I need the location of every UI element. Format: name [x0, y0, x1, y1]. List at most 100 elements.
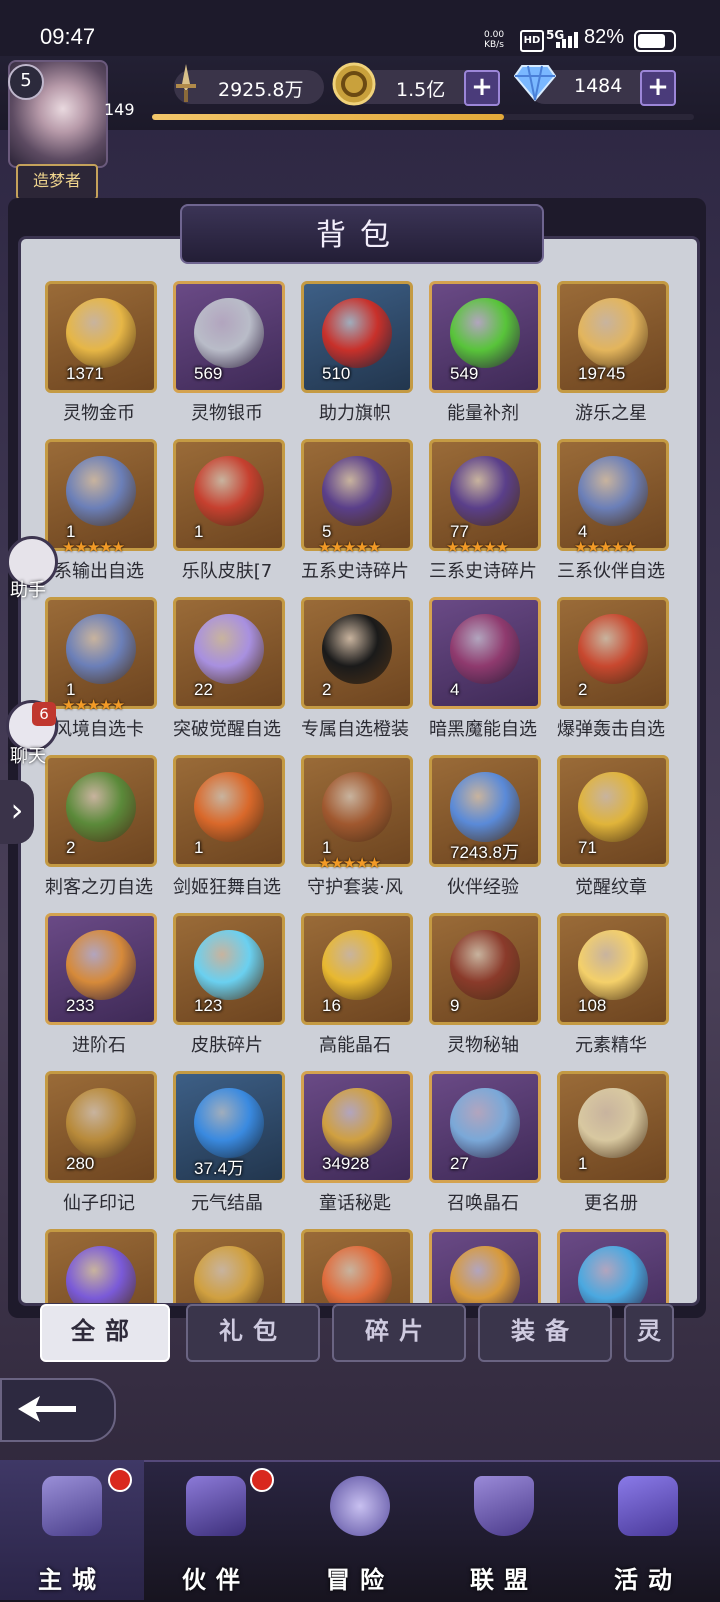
item-count: 123: [194, 996, 223, 1015]
item-tile[interactable]: 123: [173, 913, 285, 1025]
bag-item[interactable]: 569 灵物银币: [163, 281, 291, 435]
item-tile[interactable]: 22: [173, 597, 285, 709]
item-tile[interactable]: 1: [173, 755, 285, 867]
tab-fragment[interactable]: 碎片: [332, 1304, 466, 1362]
item-tile[interactable]: 4 ★★★★★: [557, 439, 669, 556]
bag-item-partial[interactable]: [163, 1229, 291, 1303]
bag-item[interactable]: 34928 童话秘匙: [291, 1071, 419, 1225]
item-tile[interactable]: 2: [45, 755, 157, 867]
item-tile[interactable]: 2: [557, 597, 669, 709]
bag-item[interactable]: 22 突破觉醒自选: [163, 597, 291, 751]
player-title[interactable]: 造梦者: [16, 164, 98, 200]
nav-main-city[interactable]: 主城: [0, 1460, 144, 1600]
item-tile[interactable]: 37.4万: [173, 1071, 285, 1183]
item-tile[interactable]: 1371: [45, 281, 157, 393]
item-tile[interactable]: 19745: [557, 281, 669, 393]
item-tile[interactable]: 27: [429, 1071, 541, 1183]
exp-progress-bar: [152, 114, 694, 120]
item-tile[interactable]: [429, 1229, 541, 1303]
item-art-icon: [194, 1246, 264, 1303]
bag-item[interactable]: 4 暗黑魔能自选: [419, 597, 547, 751]
nav-events[interactable]: 活动: [576, 1460, 720, 1600]
bag-item[interactable]: 510 助力旗帜: [291, 281, 419, 435]
wizard-hat-icon: [186, 1476, 246, 1536]
item-tile[interactable]: 1 ★★★★★: [45, 439, 157, 556]
item-tile[interactable]: 510: [301, 281, 413, 393]
bag-item[interactable]: 7243.8万 伙伴经验: [419, 755, 547, 909]
bag-item[interactable]: 9 灵物秘轴: [419, 913, 547, 1067]
item-tile[interactable]: [173, 1229, 285, 1303]
bag-item[interactable]: 2 专属自选橙装: [291, 597, 419, 751]
bag-item-partial[interactable]: [547, 1229, 675, 1303]
tab-more[interactable]: 灵: [624, 1304, 674, 1362]
nav-partners[interactable]: 伙伴: [144, 1460, 288, 1600]
item-tile[interactable]: 5 ★★★★★: [301, 439, 413, 556]
item-tile[interactable]: 1 ★★★★★: [301, 755, 413, 872]
bag-item[interactable]: 37.4万 元气结晶: [163, 1071, 291, 1225]
tab-equipment[interactable]: 装备: [478, 1304, 612, 1362]
bag-item[interactable]: 280 仙子印记: [35, 1071, 163, 1225]
item-tile[interactable]: 34928: [301, 1071, 413, 1183]
bag-item[interactable]: 1 乐队皮肤[7: [163, 439, 291, 593]
item-count: 233: [66, 996, 95, 1015]
bag-item[interactable]: 549 能量补剂: [419, 281, 547, 435]
bag-item[interactable]: 233 进阶石: [35, 913, 163, 1067]
item-tile[interactable]: 280: [45, 1071, 157, 1183]
nav-adventure[interactable]: 冒险: [288, 1460, 432, 1600]
bag-item[interactable]: 1 更名册: [547, 1071, 675, 1225]
item-tile[interactable]: 77 ★★★★★: [429, 439, 541, 556]
bag-item[interactable]: 1 ★★★★★ 守护套装·风: [291, 755, 419, 909]
item-tile[interactable]: 233: [45, 913, 157, 1025]
item-tile[interactable]: 569: [173, 281, 285, 393]
item-tile[interactable]: 1: [557, 1071, 669, 1183]
item-tile[interactable]: 9: [429, 913, 541, 1025]
add-diamond-button[interactable]: +: [640, 70, 676, 106]
bag-item[interactable]: 4 ★★★★★ 三系伙伴自选: [547, 439, 675, 593]
item-tile[interactable]: 1: [173, 439, 285, 551]
gold-value: 1.5亿: [396, 79, 446, 101]
bag-item-partial[interactable]: [419, 1229, 547, 1303]
item-tile[interactable]: 7243.8万: [429, 755, 541, 867]
expand-chevron-icon[interactable]: ›: [0, 780, 34, 844]
item-tile[interactable]: 16: [301, 913, 413, 1025]
chat-badge: 6: [32, 702, 56, 726]
item-name: 灵物金币: [63, 403, 135, 424]
assistant-label[interactable]: 助手: [10, 576, 46, 602]
item-art-icon: [322, 614, 392, 684]
bag-item[interactable]: 71 觉醒纹章: [547, 755, 675, 909]
item-tile[interactable]: 4: [429, 597, 541, 709]
bag-item-partial[interactable]: [291, 1229, 419, 1303]
chat-label[interactable]: 聊天: [10, 742, 46, 768]
item-tile[interactable]: 549: [429, 281, 541, 393]
item-name: 皮肤碎片: [191, 1035, 263, 1056]
item-name: 灵物银币: [191, 403, 263, 424]
item-tile[interactable]: [45, 1229, 157, 1303]
bag-item[interactable]: 123 皮肤碎片: [163, 913, 291, 1067]
bag-item[interactable]: 5 ★★★★★ 五系史诗碎片: [291, 439, 419, 593]
item-tile[interactable]: 71: [557, 755, 669, 867]
bag-item-partial[interactable]: [35, 1229, 163, 1303]
back-button[interactable]: [0, 1378, 116, 1442]
item-tile[interactable]: 2: [301, 597, 413, 709]
bag-item[interactable]: 2 刺客之刃自选: [35, 755, 163, 909]
add-gold-button[interactable]: +: [464, 70, 500, 106]
item-name: 乐队皮肤[7: [181, 561, 273, 582]
tab-all[interactable]: 全部: [40, 1304, 170, 1362]
bag-item[interactable]: 16 高能晶石: [291, 913, 419, 1067]
nav-alliance[interactable]: 联盟: [432, 1460, 576, 1600]
bag-item[interactable]: 27 召唤晶石: [419, 1071, 547, 1225]
item-tile[interactable]: 1 ★★★★★: [45, 597, 157, 714]
item-name: 三系史诗碎片: [429, 561, 537, 582]
item-tile[interactable]: [557, 1229, 669, 1303]
item-art-icon: [322, 298, 392, 368]
bag-item[interactable]: 2 爆弹轰击自选: [547, 597, 675, 751]
bag-item[interactable]: 108 元素精华: [547, 913, 675, 1067]
tab-gift[interactable]: 礼包: [186, 1304, 320, 1362]
bag-item[interactable]: 77 ★★★★★ 三系史诗碎片: [419, 439, 547, 593]
item-tile[interactable]: 108: [557, 913, 669, 1025]
item-tile[interactable]: [301, 1229, 413, 1303]
bag-item[interactable]: 19745 游乐之星: [547, 281, 675, 435]
bag-item[interactable]: 1 剑姬狂舞自选: [163, 755, 291, 909]
bag-panel: 1371 灵物金币 569 灵物银币 510 助力旗帜 549 能量补剂 19745 游乐之星 1 ★…: [18, 236, 700, 1306]
bag-item[interactable]: 1371 灵物金币: [35, 281, 163, 435]
